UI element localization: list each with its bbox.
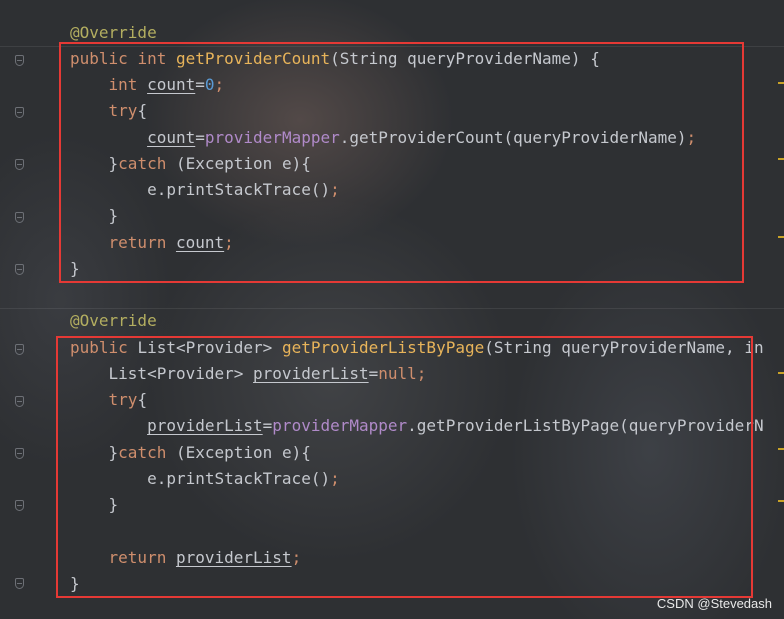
highlight-box xyxy=(59,42,744,283)
scroll-marker xyxy=(778,448,784,450)
watermark: CSDN @Stevedash xyxy=(656,596,772,611)
fold-icon[interactable] xyxy=(15,107,24,118)
scroll-marker xyxy=(778,500,784,502)
code-line: @Override xyxy=(70,310,157,332)
scroll-marker xyxy=(778,82,784,84)
fold-icon[interactable] xyxy=(15,159,24,170)
fold-icon[interactable] xyxy=(15,344,24,355)
fold-icon[interactable] xyxy=(15,578,24,589)
method-separator xyxy=(0,308,784,309)
scroll-marker xyxy=(778,372,784,374)
highlight-box xyxy=(56,336,753,598)
fold-icon[interactable] xyxy=(15,500,24,511)
fold-icon[interactable] xyxy=(15,396,24,407)
fold-icon[interactable] xyxy=(15,55,24,66)
annotation: @Override xyxy=(70,311,157,330)
editor-gutter xyxy=(0,0,42,619)
annotation: @Override xyxy=(70,23,157,42)
fold-icon[interactable] xyxy=(15,448,24,459)
fold-icon[interactable] xyxy=(15,264,24,275)
scroll-marker xyxy=(778,236,784,238)
scroll-marker xyxy=(778,158,784,160)
fold-icon[interactable] xyxy=(15,212,24,223)
code-line: @Override xyxy=(70,22,157,44)
